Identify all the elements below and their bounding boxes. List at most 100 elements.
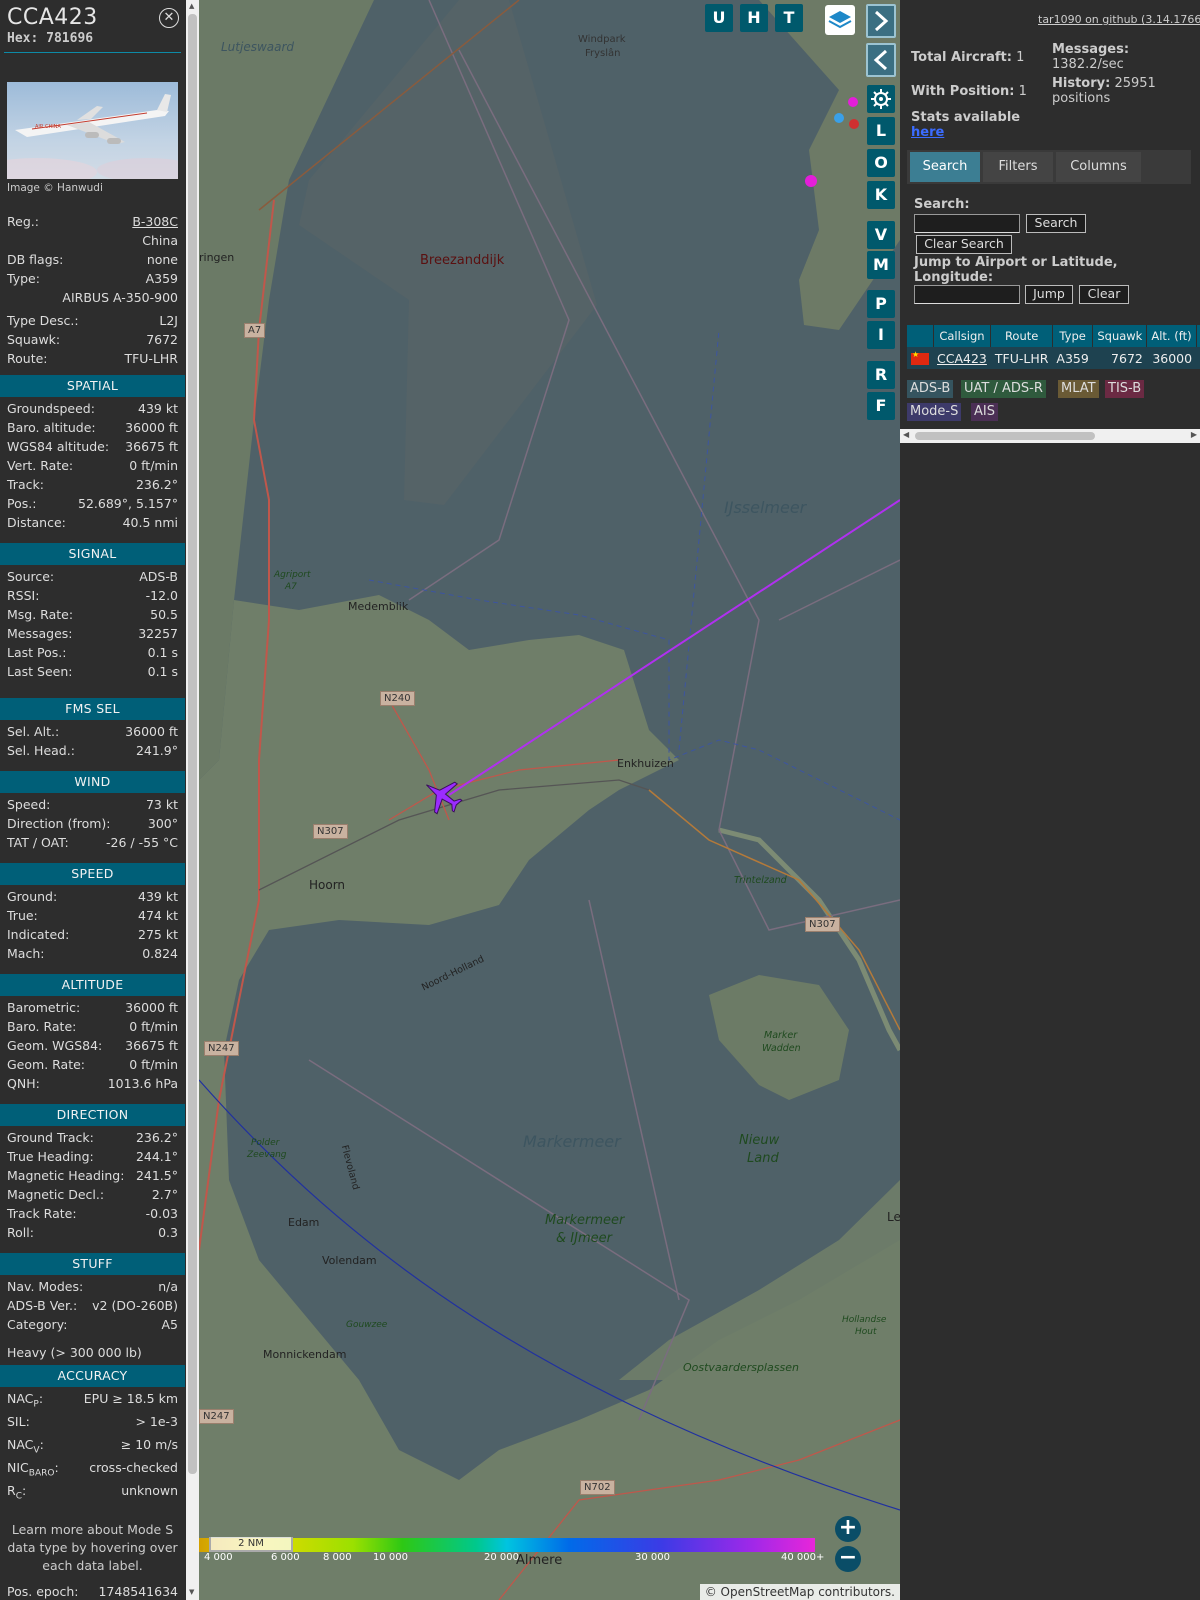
col-flag[interactable] [907,325,934,347]
wind-label[interactable]: TAT / OAT: [7,835,69,850]
map-button-h[interactable]: H [740,4,768,32]
jump-input[interactable] [914,285,1020,304]
map-button-i[interactable]: I [867,321,895,349]
tab-search[interactable]: Search [910,152,980,182]
direction-label[interactable]: Ground Track: [7,1130,94,1145]
spatial-label[interactable]: Groundspeed: [7,401,95,416]
hscroll-thumb[interactable] [915,432,1095,440]
typedesc-row: Type Desc.: L2J [7,313,178,328]
layers-icon[interactable] [825,5,855,35]
wind-label[interactable]: Direction (from): [7,816,111,831]
spatial-label[interactable]: WGS84 altitude: [7,439,109,454]
tab-filters[interactable]: Filters [983,152,1053,182]
col-callsign[interactable]: Callsign [933,325,992,347]
map-button-v[interactable]: V [867,221,895,249]
zoom-in-button[interactable]: + [835,1516,861,1542]
gear-icon[interactable] [867,85,895,113]
fms-label[interactable]: Sel. Head.: [7,743,75,758]
altitude-label[interactable]: Geom. WGS84: [7,1038,102,1053]
direction-label[interactable]: Track Rate: [7,1206,77,1221]
accuracy-label[interactable]: R [7,1483,16,1498]
speed-label[interactable]: Ground: [7,889,57,904]
clear-search-button[interactable]: Clear Search [916,235,1012,254]
table-horizontal-scrollbar[interactable]: ◀ ▶ [900,429,1200,443]
scrollbar-thumb[interactable] [188,14,197,1474]
signal-label[interactable]: Last Pos.: [7,645,66,660]
signal-label[interactable]: RSSI: [7,588,39,603]
col-alt[interactable]: Alt. (ft) [1146,325,1197,347]
table-row[interactable]: CCA423 TFU-LHR A359 7672 36000 [907,347,1200,369]
place-edam: Edam [288,1216,320,1229]
accuracy-label[interactable]: NAC [7,1437,33,1452]
col-route[interactable]: Route [990,325,1053,347]
aircraft-photo[interactable]: AIR CHINA [7,82,178,179]
direction-label[interactable]: Magnetic Heading: [7,1168,124,1183]
altitude-label[interactable]: QNH: [7,1076,40,1091]
speed-label[interactable]: Mach: [7,946,44,961]
scroll-up-icon[interactable]: ▲ [189,2,194,10]
scroll-right-icon[interactable]: ▶ [1191,430,1197,439]
altitude-label[interactable]: Barometric: [7,1000,80,1015]
spatial-label[interactable]: Pos.: [7,496,36,511]
altitude-label[interactable]: Geom. Rate: [7,1057,85,1072]
map-button-f[interactable]: F [867,392,895,420]
signal-row: Source: ADS-B [7,569,178,586]
map-button-m[interactable]: M [867,251,895,279]
clear-button[interactable]: Clear [1079,285,1129,304]
col-type[interactable]: Type [1052,325,1094,347]
map-button-l[interactable]: L [867,117,895,145]
stuff-label[interactable]: Nav. Modes: [7,1279,83,1294]
direction-label[interactable]: True Heading: [7,1149,94,1164]
direction-label[interactable]: Magnetic Decl.: [7,1187,104,1202]
close-icon[interactable]: ✕ [159,8,179,28]
search-button[interactable]: Search [1026,214,1086,233]
scroll-down-icon[interactable]: ▼ [189,1588,194,1596]
accuracy-label[interactable]: NAC [7,1391,33,1406]
spatial-label[interactable]: Track: [7,477,44,492]
chevron-right-icon[interactable] [866,4,896,38]
accuracy-label-colon: : [54,1460,59,1475]
info-panel-scrollbar[interactable]: ▲ ▼ [186,0,199,1600]
map-button-u[interactable]: U [705,4,733,32]
map-button-t[interactable]: T [775,4,803,32]
map-view[interactable]: Lutjeswaard Windpark Fryslân Breezanddij… [199,0,900,1600]
signal-label[interactable]: Messages: [7,626,73,641]
row-callsign[interactable]: CCA423 [933,347,991,369]
signal-label[interactable]: Source: [7,569,54,584]
spatial-value: 439 kt [138,401,178,416]
zoom-out-button[interactable]: − [835,1546,861,1572]
signal-label[interactable]: Last Seen: [7,664,72,679]
map-button-p[interactable]: P [867,290,895,318]
registration-link[interactable]: B-308C [132,214,178,229]
spatial-label[interactable]: Baro. altitude: [7,420,96,435]
jump-button[interactable]: Jump [1025,285,1073,304]
stats-link[interactable]: here [911,125,944,140]
altitude-label[interactable]: Baro. Rate: [7,1019,76,1034]
chevron-left-icon[interactable] [866,43,896,77]
wind-label[interactable]: Speed: [7,797,50,812]
fms-label[interactable]: Sel. Alt.: [7,724,59,739]
osm-link[interactable]: OpenStreetMap [721,1585,815,1599]
accuracy-label-sub: NACP: [7,1391,43,1410]
spatial-label[interactable]: Distance: [7,515,66,530]
accuracy-label[interactable]: SIL: [7,1414,30,1429]
search-input[interactable] [914,214,1020,233]
speed-label[interactable]: True: [7,908,38,923]
col-speed[interactable]: Sp [1196,325,1200,347]
map-button-r[interactable]: R [867,361,895,389]
stuff-label[interactable]: ADS-B Ver.: [7,1298,77,1313]
scroll-left-icon[interactable]: ◀ [903,430,909,439]
speed-label[interactable]: Indicated: [7,927,69,942]
stuff-label[interactable]: Category: [7,1317,67,1332]
github-link[interactable]: tar1090 on github (3.14.1766) [1038,13,1200,26]
place-ijmeer: & IJmeer [556,1231,612,1246]
direction-label[interactable]: Roll: [7,1225,34,1240]
map-button-k[interactable]: K [867,181,895,209]
accuracy-label[interactable]: NIC [7,1460,29,1475]
tab-columns[interactable]: Columns [1056,152,1141,182]
col-squawk[interactable]: Squawk [1092,325,1148,347]
signal-value: 50.5 [150,607,178,622]
signal-label[interactable]: Msg. Rate: [7,607,73,622]
spatial-label[interactable]: Vert. Rate: [7,458,73,473]
map-button-o[interactable]: O [867,149,895,177]
